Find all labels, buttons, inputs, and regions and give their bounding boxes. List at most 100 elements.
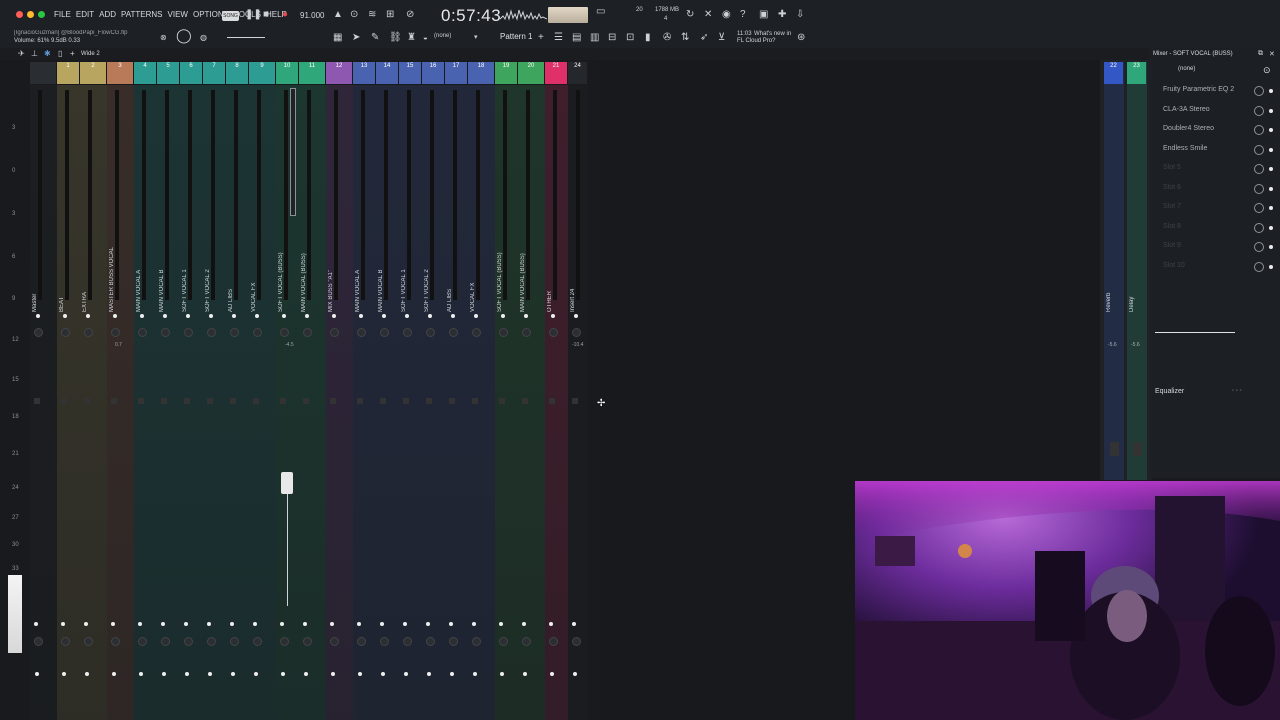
fader-cap[interactable] [207,398,213,404]
fx-enable-led[interactable] [1269,167,1273,171]
tempo-display[interactable]: 91.000 [300,11,324,20]
fx-enable-led[interactable] [303,622,307,626]
fx-enable-led[interactable] [380,622,384,626]
fx-slot[interactable]: CLA-3A Stereo [1158,105,1278,120]
channel-enable-led[interactable] [405,314,409,318]
channel-name[interactable]: MASTER BUSS VOCAL [109,232,123,312]
channel-number[interactable] [30,62,56,84]
fx-slot[interactable]: Slot 10 [1158,261,1278,276]
channel-number[interactable]: 2 [80,62,106,84]
channel-link-icon[interactable]: ◒ [423,33,428,43]
pan-knob[interactable] [280,328,289,337]
channel-name[interactable]: MAIN VOCAL B [159,232,173,312]
channel-enable-led[interactable] [86,314,90,318]
channel-enable-led[interactable] [36,314,40,318]
fx-enable-led[interactable] [161,622,165,626]
add-insert-icon[interactable]: + [70,49,75,59]
channel-enable-led[interactable] [359,314,363,318]
channel-number[interactable]: 5 [157,62,179,84]
mic-icon[interactable]: ◉ [722,10,731,20]
mix-level-knob[interactable] [1254,183,1264,194]
channel-enable-led[interactable] [186,314,190,318]
fader-cap[interactable] [280,398,286,404]
stereo-separation-knob[interactable] [449,637,458,646]
mix-level-knob[interactable] [1254,222,1264,233]
pan-knob[interactable] [380,328,389,337]
channel-enable-led[interactable] [428,314,432,318]
channel-enable-led[interactable] [305,314,309,318]
fx-enable-led[interactable] [111,622,115,626]
cloud-icon[interactable]: ⊛ [797,33,805,43]
pan-knob[interactable] [499,328,508,337]
channel-name[interactable]: OTHER [547,232,561,312]
pan-knob[interactable] [426,328,435,337]
eq-band-icons[interactable]: ◦ ◦ ◦ [1232,388,1242,394]
route-led[interactable] [550,672,554,676]
detach-icon[interactable]: ⧉ [1258,50,1263,58]
channel-number[interactable]: 21 [545,62,567,84]
channel-number[interactable]: 3 [107,62,133,84]
mixer-channel[interactable]: 4 MAIN VOCAL A [134,62,157,720]
playlist-view-icon[interactable]: ☰ [554,33,563,43]
stereo-separation-knob[interactable] [253,637,262,646]
fader-cap[interactable] [549,398,555,404]
menu-add[interactable]: ADD [99,10,116,19]
fx-slot[interactable]: Slot 6 [1158,183,1278,198]
pan-knob[interactable] [303,328,312,337]
fader-cap[interactable] [1133,442,1142,456]
menu-view[interactable]: VIEW [168,10,188,19]
metronome-icon[interactable]: ▲ [333,10,343,20]
channel-number[interactable]: 14 [376,62,398,84]
fader-cap[interactable] [230,398,236,404]
send-channel[interactable]: 22 Reverb -5.6 [1104,62,1124,480]
channel-enable-led[interactable] [474,314,478,318]
pan-knob[interactable] [111,328,120,337]
wide-layout-label[interactable]: Wide 2 [81,51,100,57]
master-volume-knob[interactable]: ◍ [200,33,207,43]
fx-enable-led[interactable] [184,622,188,626]
menu-patterns[interactable]: PATTERNS [121,10,162,19]
mix-level-knob[interactable] [1254,125,1264,135]
fx-enable-led[interactable] [1269,128,1273,132]
channel-name[interactable]: SOFT VOCAL 1 [401,232,415,312]
wait-icon[interactable]: ⊙ [350,10,358,20]
channel-number[interactable]: 13 [353,62,375,84]
mixer-channel[interactable]: Master [30,62,57,720]
channel-enable-led[interactable] [551,314,555,318]
stereo-separation-knob[interactable] [184,637,193,646]
fader-cap[interactable] [184,398,190,404]
fx-enable-led[interactable] [472,622,476,626]
mixer-channel[interactable]: 8 AD LIBS [226,62,249,720]
pan-knob[interactable] [403,328,412,337]
route-led[interactable] [381,672,385,676]
close-window-button[interactable] [16,11,23,18]
channel-name[interactable]: MAIN VOCAL (BUSS) [520,232,534,312]
channel-enable-led[interactable] [209,314,213,318]
mix-level-knob[interactable] [1254,86,1264,96]
draw-icon[interactable]: ✎ [371,33,379,43]
fader-cap[interactable] [499,398,505,404]
stereo-separation-knob[interactable] [61,637,70,646]
mixer-channel[interactable]: 7 SOFT VOCAL 2 [203,62,226,720]
pan-knob[interactable] [253,328,262,337]
channel-number[interactable]: 24 [568,62,587,84]
arrow-icon[interactable]: ✈ [18,49,25,59]
browser-icon[interactable]: ⊡ [626,33,634,43]
mixer-channel[interactable]: 18 VOCAL FX [468,62,495,720]
mix-level-knob[interactable] [1254,203,1264,213]
route-led[interactable] [427,672,431,676]
channel-enable-led[interactable] [382,314,386,318]
mix-level-slider[interactable] [1155,332,1235,333]
send-channel[interactable]: 23 Delay -5.6 [1127,62,1147,480]
pin-mixer-icon[interactable]: ⊥ [31,49,38,59]
channel-number[interactable]: 11 [299,62,325,84]
channel-enable-led[interactable] [140,314,144,318]
stereo-separation-knob[interactable] [499,637,508,646]
mix-level-knob[interactable] [1254,105,1264,116]
route-led[interactable] [404,672,408,676]
fader-cap[interactable] [357,398,363,404]
channel-name[interactable]: SOFT VOCAL 2 [424,232,438,312]
channel-number[interactable]: 17 [445,62,467,84]
channel-number[interactable]: 16 [422,62,444,84]
fx-slot[interactable]: Doubler4 Stereo [1158,125,1278,139]
